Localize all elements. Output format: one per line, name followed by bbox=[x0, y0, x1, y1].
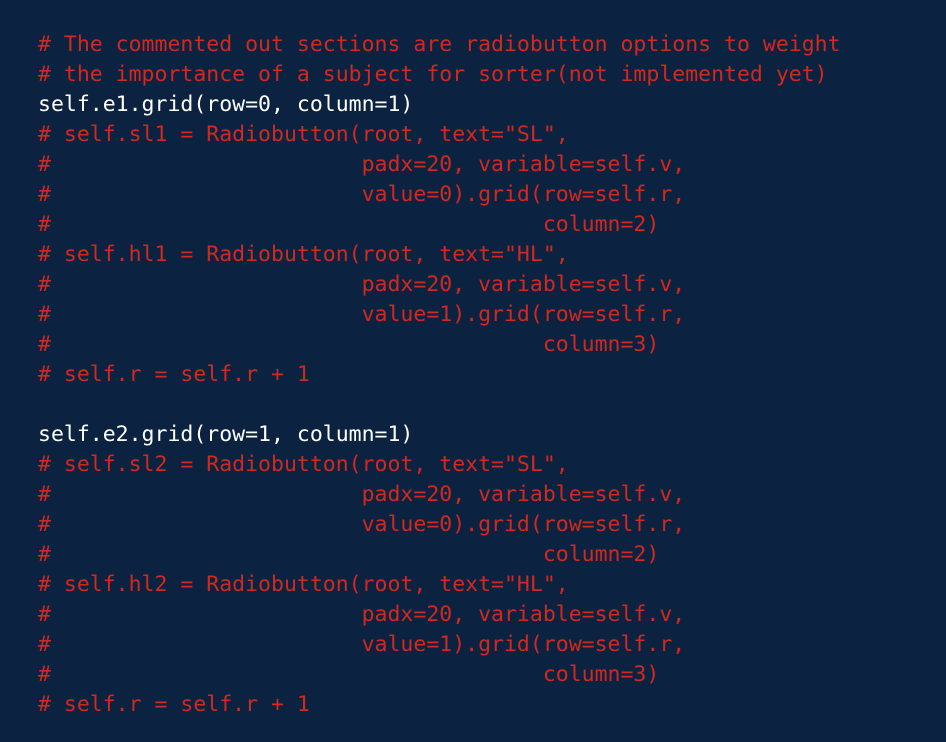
comment-line: # self.sl2 = Radiobutton(root, text="SL"… bbox=[38, 452, 569, 477]
comment-line: # self.hl2 = Radiobutton(root, text="HL"… bbox=[38, 572, 569, 597]
comment-line: # value=1).grid(row=self.r, bbox=[38, 632, 686, 657]
comment-line: # The commented out sections are radiobu… bbox=[38, 32, 841, 57]
comment-line: # padx=20, variable=self.v, bbox=[38, 272, 686, 297]
comment-line: # column=2) bbox=[38, 212, 660, 237]
comment-line: # self.r = self.r + 1 bbox=[38, 362, 310, 387]
comment-line: # value=0).grid(row=self.r, bbox=[38, 182, 686, 207]
comment-line: # column=3) bbox=[38, 332, 660, 357]
code-line: self.e1.grid(row=0, column=1) bbox=[38, 92, 414, 117]
comment-line: # column=2) bbox=[38, 542, 660, 567]
comment-line: # padx=20, variable=self.v, bbox=[38, 152, 686, 177]
comment-line: # padx=20, variable=self.v, bbox=[38, 482, 686, 507]
code-line: self.e2.grid(row=1, column=1) bbox=[38, 422, 414, 447]
comment-line: # column=3) bbox=[38, 662, 660, 687]
comment-line: # value=1).grid(row=self.r, bbox=[38, 302, 686, 327]
code-editor[interactable]: # The commented out sections are radiobu… bbox=[0, 0, 946, 742]
comment-line: # the importance of a subject for sorter… bbox=[38, 62, 828, 87]
comment-line: # value=0).grid(row=self.r, bbox=[38, 512, 686, 537]
comment-line: # padx=20, variable=self.v, bbox=[38, 602, 686, 627]
comment-line: # self.hl1 = Radiobutton(root, text="HL"… bbox=[38, 242, 569, 267]
code-body: # The commented out sections are radiobu… bbox=[38, 30, 946, 720]
comment-line: # self.r = self.r + 1 bbox=[38, 692, 310, 717]
comment-line: # self.sl1 = Radiobutton(root, text="SL"… bbox=[38, 122, 569, 147]
